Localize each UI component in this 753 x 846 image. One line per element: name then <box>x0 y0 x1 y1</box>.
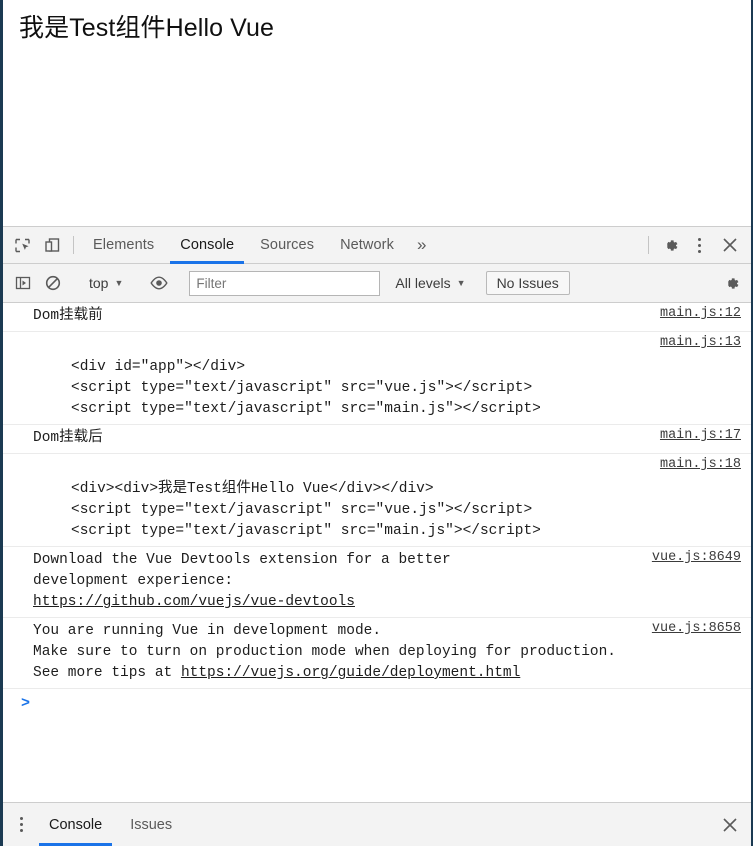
tab-console[interactable]: Console <box>167 227 247 264</box>
tab-sources[interactable]: Sources <box>247 227 327 263</box>
log-levels-select[interactable]: All levels ▼ <box>388 272 472 294</box>
drawer-more-options-icon[interactable] <box>7 803 35 846</box>
execution-context-select[interactable]: top ▼ <box>81 272 131 294</box>
anchor-spacer-line <box>11 335 743 357</box>
console-message-text: Dom挂载后 <box>33 430 103 446</box>
console-message-line: Make sure to turn on production mode whe… <box>33 644 616 660</box>
drawer-tab-console[interactable]: Console <box>35 803 116 846</box>
toolbar-divider <box>73 236 74 254</box>
prompt-caret-icon: > <box>21 695 31 712</box>
console-message[interactable]: main.js:18 <div><div>我是Test组件Hello Vue</… <box>3 454 751 547</box>
toolbar-divider-right <box>648 236 649 254</box>
filter-input[interactable] <box>189 270 381 296</box>
console-message[interactable]: main.js:12 Dom挂载前 <box>3 303 751 332</box>
clear-console-icon[interactable] <box>38 274 68 292</box>
console-prompt-input[interactable] <box>30 694 743 714</box>
console-message[interactable]: main.js:13 <div id="app"></div> <script … <box>3 332 751 425</box>
tab-elements-label: Elements <box>93 237 155 253</box>
issues-button-label: No Issues <box>496 275 559 291</box>
page-viewport: 我是Test组件Hello Vue <box>3 0 751 226</box>
console-message-line: Download the Vue Devtools extension for … <box>33 552 451 568</box>
console-message-line: See more tips at https://vuejs.org/guide… <box>11 663 743 684</box>
console-message[interactable]: vue.js:8658 You are running Vue in devel… <box>3 618 751 689</box>
issues-button[interactable]: No Issues <box>485 271 570 295</box>
console-message-line: <script type="text/javascript" src="vue.… <box>71 380 533 396</box>
more-options-icon[interactable] <box>685 227 713 263</box>
more-tabs-label: » <box>416 235 427 254</box>
console-message-line: You are running Vue in development mode. <box>33 623 382 639</box>
console-message-list[interactable]: main.js:12 Dom挂载前 main.js:13 <div id="ap… <box>3 303 751 802</box>
console-message-line: https://github.com/vuejs/vue-devtools <box>11 592 743 613</box>
source-link[interactable]: main.js:17 <box>660 428 741 443</box>
drawer-tab-issues-label: Issues <box>130 816 173 833</box>
console-message-line: <script type="text/javascript" src="main… <box>71 401 541 417</box>
console-sidebar-icon[interactable] <box>8 274 38 292</box>
console-prompt-row[interactable]: > <box>3 689 751 715</box>
source-link[interactable]: vue.js:8658 <box>652 621 741 636</box>
tab-network[interactable]: Network <box>327 227 407 263</box>
drawer-tab-issues[interactable]: Issues <box>116 803 186 846</box>
page-heading: 我是Test组件Hello Vue <box>19 14 275 42</box>
tab-network-label: Network <box>340 237 394 253</box>
devtools-tabbar: Elements Console Sources Network » <box>3 226 751 264</box>
console-message-line: <div><div>我是Test组件Hello Vue</div></div> <box>71 481 434 497</box>
live-expression-eye-icon[interactable] <box>144 275 174 291</box>
drawer-tab-console-label: Console <box>49 816 103 833</box>
inspect-element-icon[interactable] <box>7 227 37 263</box>
tab-elements[interactable]: Elements <box>80 227 167 263</box>
gear-icon[interactable] <box>655 227 685 263</box>
device-toolbar-icon[interactable] <box>37 227 67 263</box>
console-message-line: development experience: <box>33 573 234 589</box>
console-message[interactable]: vue.js:8649 Download the Vue Devtools ex… <box>3 547 751 618</box>
tab-console-label: Console <box>180 237 235 253</box>
chevron-down-icon: ▼ <box>456 278 466 288</box>
console-message[interactable]: main.js:17 Dom挂载后 <box>3 425 751 454</box>
console-message-line: <script type="text/javascript" src="vue.… <box>71 502 533 518</box>
console-message-text: Dom挂载前 <box>33 308 103 324</box>
console-message-line: <div id="app"></div> <box>71 359 246 375</box>
console-toolbar: top ▼ All levels ▼ No Issues <box>3 264 751 303</box>
close-devtools-icon[interactable] <box>713 227 747 263</box>
execution-context-label: top <box>89 275 109 291</box>
source-link[interactable]: main.js:18 <box>660 457 741 472</box>
tab-sources-label: Sources <box>260 237 315 253</box>
log-levels-label: All levels <box>395 275 451 291</box>
tabbar-spacer <box>436 227 642 263</box>
console-message-line-prefix: See more tips at <box>33 665 181 681</box>
devtools-drawer: Console Issues <box>3 802 751 846</box>
external-link[interactable]: https://github.com/vuejs/vue-devtools <box>33 594 355 610</box>
devtools-window: 我是Test组件Hello Vue Elements Console Sourc… <box>0 0 753 846</box>
source-link[interactable]: main.js:12 <box>660 306 741 321</box>
drawer-spacer <box>186 803 713 846</box>
more-tabs-chevron-icon[interactable]: » <box>407 227 436 263</box>
source-link[interactable]: vue.js:8649 <box>652 550 741 565</box>
anchor-spacer-line <box>11 457 743 479</box>
gear-icon[interactable] <box>716 274 746 293</box>
close-drawer-icon[interactable] <box>713 803 747 846</box>
console-message-line: <script type="text/javascript" src="main… <box>71 523 541 539</box>
source-link[interactable]: main.js:13 <box>660 335 741 350</box>
chevron-down-icon: ▼ <box>114 278 124 288</box>
external-link[interactable]: https://vuejs.org/guide/deployment.html <box>181 665 520 681</box>
devtools-panel: Elements Console Sources Network » top ▼… <box>3 226 751 846</box>
